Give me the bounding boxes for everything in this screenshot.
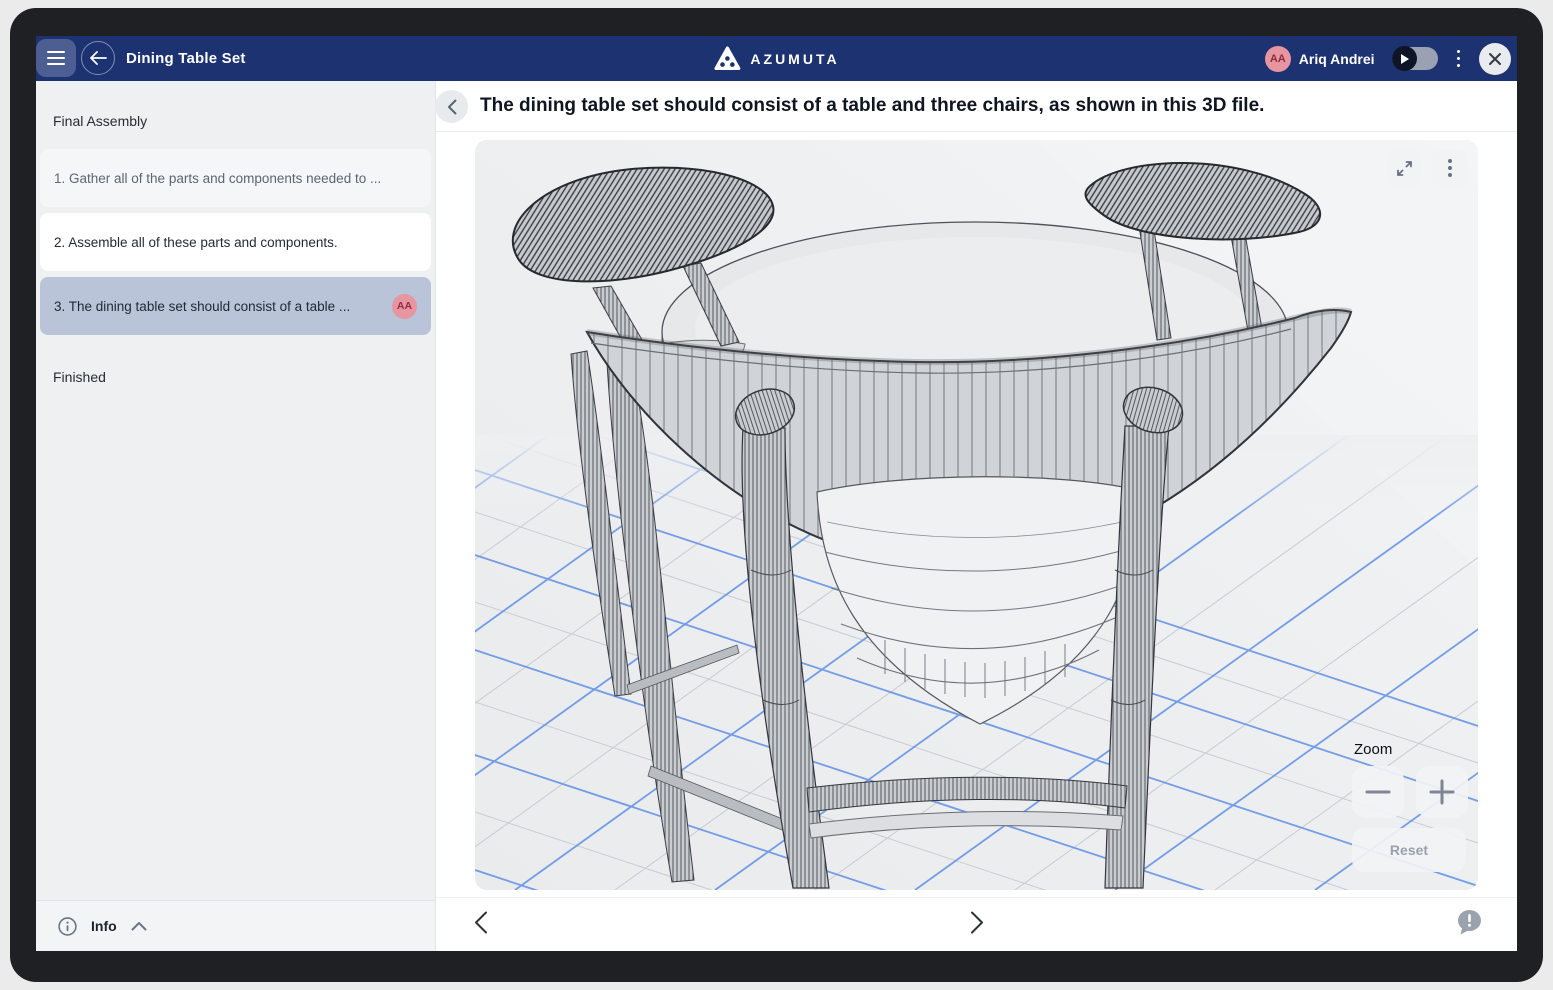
hamburger-icon [47, 47, 65, 69]
sidebar-group-finished: Finished [36, 341, 435, 413]
sidebar-group-final-assembly: Final Assembly [36, 81, 435, 149]
user-name: Ariq Andrei [1299, 51, 1375, 67]
main-area: The dining table set should consist of a… [436, 81, 1517, 951]
step-heading-row: The dining table set should consist of a… [436, 81, 1517, 132]
plus-icon [1429, 779, 1455, 805]
app-window: Dining Table Set AZUMUTA AA Ariq Andrei [36, 36, 1517, 951]
play-mode-toggle[interactable] [1392, 47, 1438, 70]
user-chip[interactable]: AA Ariq Andrei [1265, 46, 1375, 72]
kebab-menu-icon [1448, 159, 1452, 177]
chevron-left-icon [447, 99, 457, 115]
close-button[interactable] [1479, 43, 1511, 75]
zoom-controls: Zoom [1352, 741, 1468, 872]
sidebar: Final Assembly 1. Gather all of the part… [36, 81, 436, 951]
fullscreen-button[interactable] [1386, 150, 1422, 186]
azumuta-logo-icon [713, 46, 740, 71]
sidebar-step-2[interactable]: 2. Assemble all of these parts and compo… [40, 213, 431, 271]
back-button[interactable] [81, 41, 115, 75]
step-list: 1. Gather all of the parts and component… [36, 149, 435, 335]
info-panel-toggle[interactable]: Info [36, 900, 435, 951]
exclamation-bubble-icon [1456, 908, 1483, 936]
back-arrow-icon [89, 51, 107, 65]
chevron-up-icon [131, 921, 147, 931]
sidebar-step-1[interactable]: 1. Gather all of the parts and component… [40, 149, 431, 207]
next-step-button[interactable] [970, 910, 984, 939]
step-assignee-avatar: AA [392, 294, 417, 319]
user-avatar: AA [1265, 46, 1291, 72]
step-instruction-heading: The dining table set should consist of a… [480, 95, 1264, 117]
close-icon [1488, 52, 1502, 66]
brand-name: AZUMUTA [750, 51, 839, 67]
viewer-kebab-menu[interactable] [1432, 150, 1468, 186]
reset-view-button[interactable]: Reset [1352, 828, 1466, 872]
chevron-left-icon [474, 910, 488, 934]
step-label: 1. Gather all of the parts and component… [54, 171, 381, 186]
step-navigation-bar [436, 897, 1517, 951]
brand: AZUMUTA [713, 36, 839, 81]
zoom-out-button[interactable] [1352, 766, 1404, 818]
zoom-in-button[interactable] [1416, 766, 1468, 818]
info-label: Info [91, 918, 117, 934]
page-title: Dining Table Set [126, 36, 246, 81]
3d-model-canvas[interactable] [475, 140, 1478, 890]
kebab-menu-icon[interactable] [1451, 46, 1467, 72]
minus-icon [1365, 779, 1391, 805]
step-back-button[interactable] [435, 90, 468, 123]
feedback-button[interactable] [1456, 908, 1483, 941]
play-icon [1392, 46, 1417, 71]
hamburger-menu-button[interactable] [36, 39, 76, 77]
previous-step-button[interactable] [474, 910, 488, 939]
content: Final Assembly 1. Gather all of the part… [36, 81, 1517, 951]
step-label: 3. The dining table set should consist o… [54, 299, 350, 314]
info-icon [58, 917, 77, 936]
zoom-label: Zoom [1354, 741, 1468, 758]
3d-viewer: Zoom [475, 140, 1478, 890]
step-label: 2. Assemble all of these parts and compo… [54, 235, 338, 250]
chevron-right-icon [970, 910, 984, 934]
window-frame: Dining Table Set AZUMUTA AA Ariq Andrei [10, 8, 1543, 982]
topbar-right: AA Ariq Andrei [1265, 36, 1511, 81]
sidebar-step-3-selected[interactable]: 3. The dining table set should consist o… [40, 277, 431, 335]
expand-icon [1396, 160, 1413, 177]
topbar: Dining Table Set AZUMUTA AA Ariq Andrei [36, 36, 1517, 81]
